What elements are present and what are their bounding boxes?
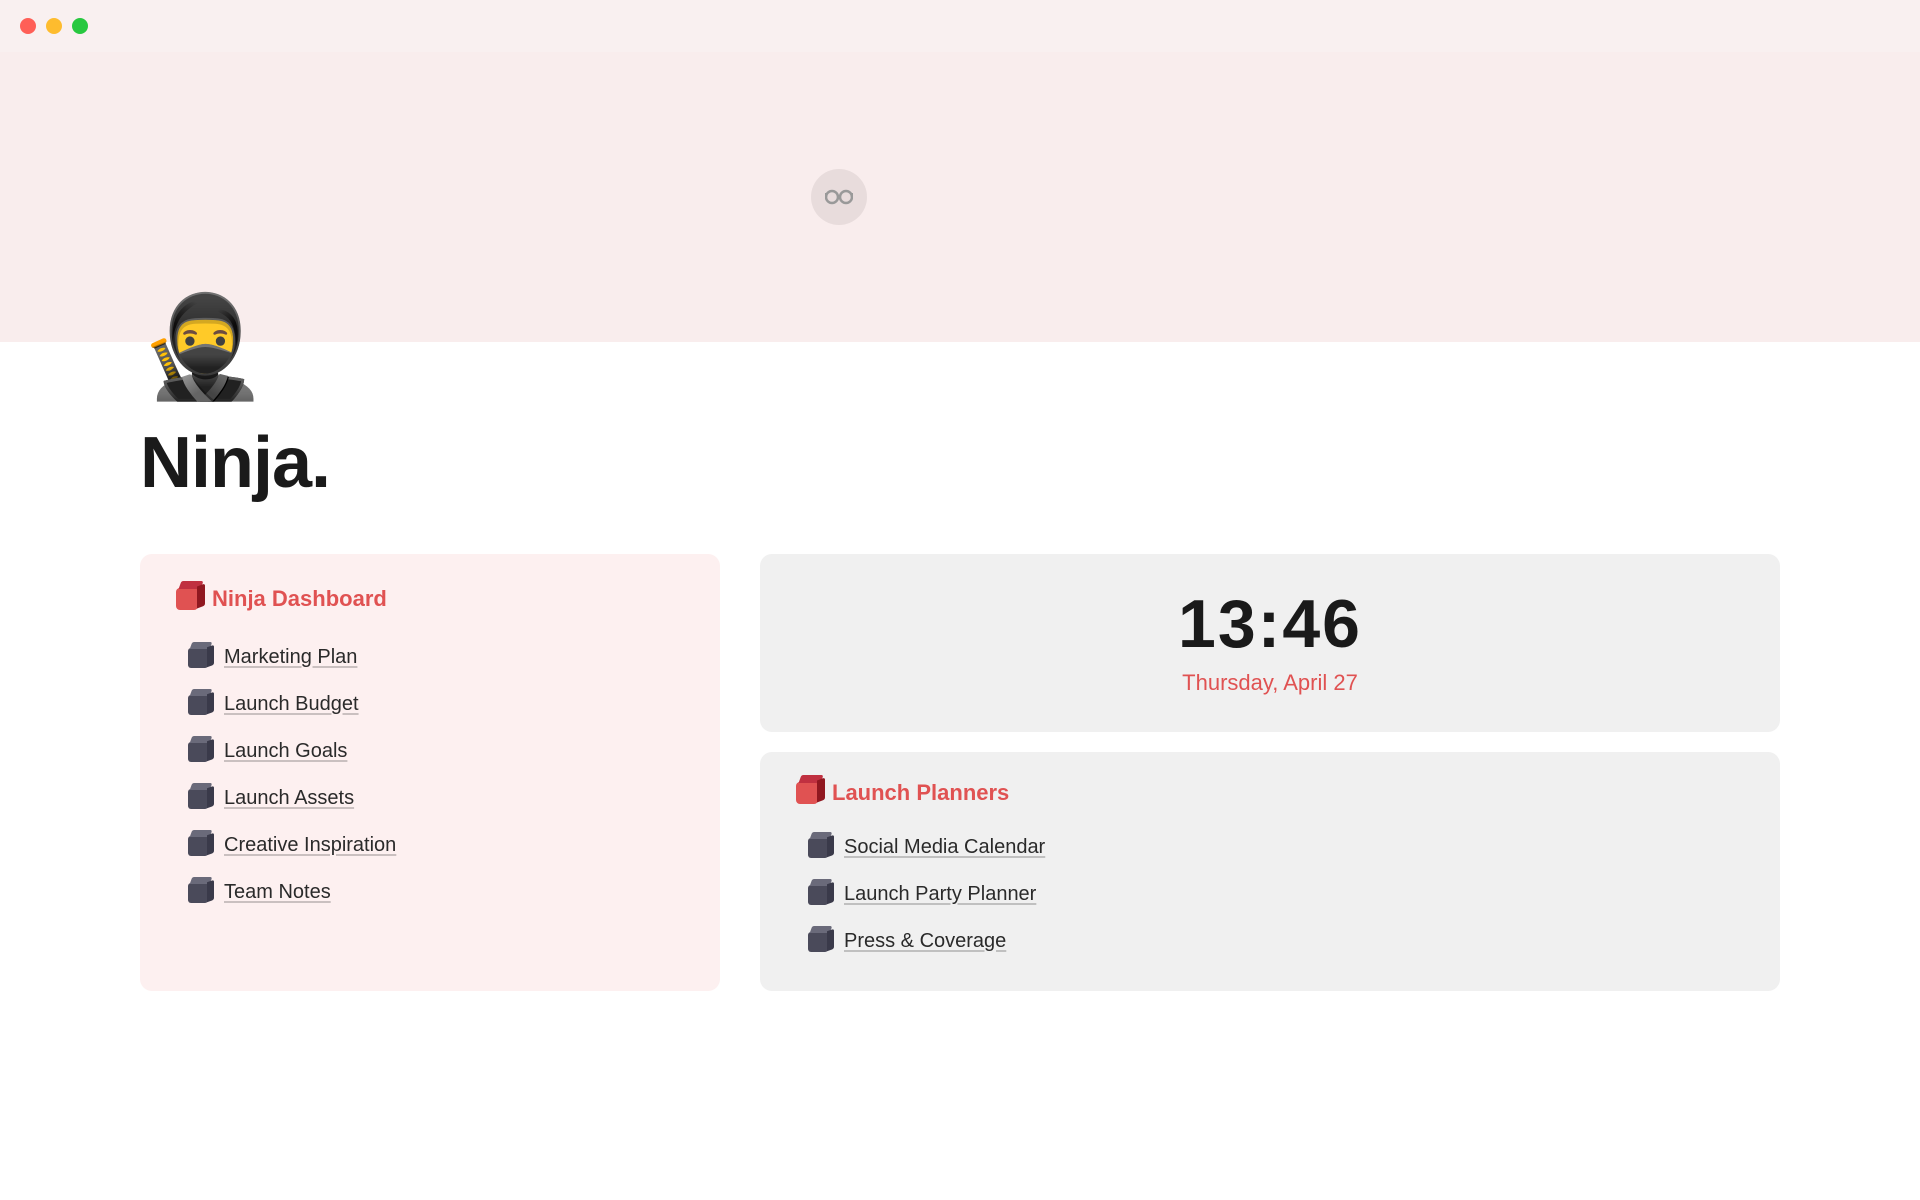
title-bar <box>0 0 1920 52</box>
nav-item-cube-icon <box>188 742 208 762</box>
nav-item[interactable]: Launch Budget <box>176 683 684 726</box>
glasses-icon <box>811 169 867 225</box>
nav-item-cube-icon <box>188 883 208 903</box>
traffic-light-yellow[interactable] <box>46 18 62 34</box>
nav-item[interactable]: Launch Assets <box>176 777 684 820</box>
planners-item-label: Social Media Calendar <box>844 836 1045 859</box>
planners-header-label: Launch Planners <box>832 780 1009 806</box>
planners-item[interactable]: Launch Party Planner <box>796 873 1744 916</box>
nav-header-cube-icon <box>176 588 198 610</box>
right-panel: 13:46 Thursday, April 27 Launch Planners… <box>760 554 1780 991</box>
nav-item[interactable]: Marketing Plan <box>176 636 684 679</box>
clock-time: 13:46 <box>796 590 1744 658</box>
nav-items-list: Marketing Plan Launch Budget Launch Goal… <box>176 636 684 914</box>
nav-item-cube-icon <box>188 789 208 809</box>
planners-item-cube-icon <box>808 932 828 952</box>
page-title: Ninja. <box>140 422 1780 504</box>
planners-item[interactable]: Social Media Calendar <box>796 826 1744 869</box>
nav-item[interactable]: Team Notes <box>176 871 684 914</box>
planners-item-label: Launch Party Planner <box>844 883 1036 906</box>
planners-item-cube-icon <box>808 838 828 858</box>
nav-item-cube-icon <box>188 836 208 856</box>
nav-item-label: Launch Budget <box>224 693 359 716</box>
nav-item-label: Launch Goals <box>224 740 347 763</box>
nav-item-label: Marketing Plan <box>224 646 357 669</box>
page-avatar: 🥷 <box>140 297 265 397</box>
clock-widget: 13:46 Thursday, April 27 <box>760 554 1780 732</box>
planners-items-list: Social Media Calendar Launch Party Plann… <box>796 826 1744 963</box>
planners-item-cube-icon <box>808 885 828 905</box>
nav-item-label: Team Notes <box>224 881 331 904</box>
avatar-emoji: 🥷 <box>140 291 265 403</box>
nav-item-cube-icon <box>188 648 208 668</box>
nav-item[interactable]: Creative Inspiration <box>176 824 684 867</box>
nav-item-label: Launch Assets <box>224 787 354 810</box>
nav-panel: Ninja Dashboard Marketing Plan Launch Bu… <box>140 554 720 991</box>
clock-date: Thursday, April 27 <box>796 670 1744 696</box>
planners-header-cube-icon <box>796 782 818 804</box>
main-content: Ninja. Ninja Dashboard Marketing Plan La… <box>0 342 1920 1051</box>
traffic-light-red[interactable] <box>20 18 36 34</box>
hero-banner: 🥷 <box>0 52 1920 342</box>
nav-item[interactable]: Launch Goals <box>176 730 684 773</box>
traffic-light-green[interactable] <box>72 18 88 34</box>
nav-header: Ninja Dashboard <box>176 586 684 612</box>
planners-item-label: Press & Coverage <box>844 930 1006 953</box>
planners-header: Launch Planners <box>796 780 1744 806</box>
nav-item-cube-icon <box>188 695 208 715</box>
planners-widget: Launch Planners Social Media Calendar La… <box>760 752 1780 991</box>
nav-header-label: Ninja Dashboard <box>212 586 387 612</box>
columns-layout: Ninja Dashboard Marketing Plan Launch Bu… <box>140 554 1780 991</box>
planners-item[interactable]: Press & Coverage <box>796 920 1744 963</box>
nav-item-label: Creative Inspiration <box>224 834 396 857</box>
